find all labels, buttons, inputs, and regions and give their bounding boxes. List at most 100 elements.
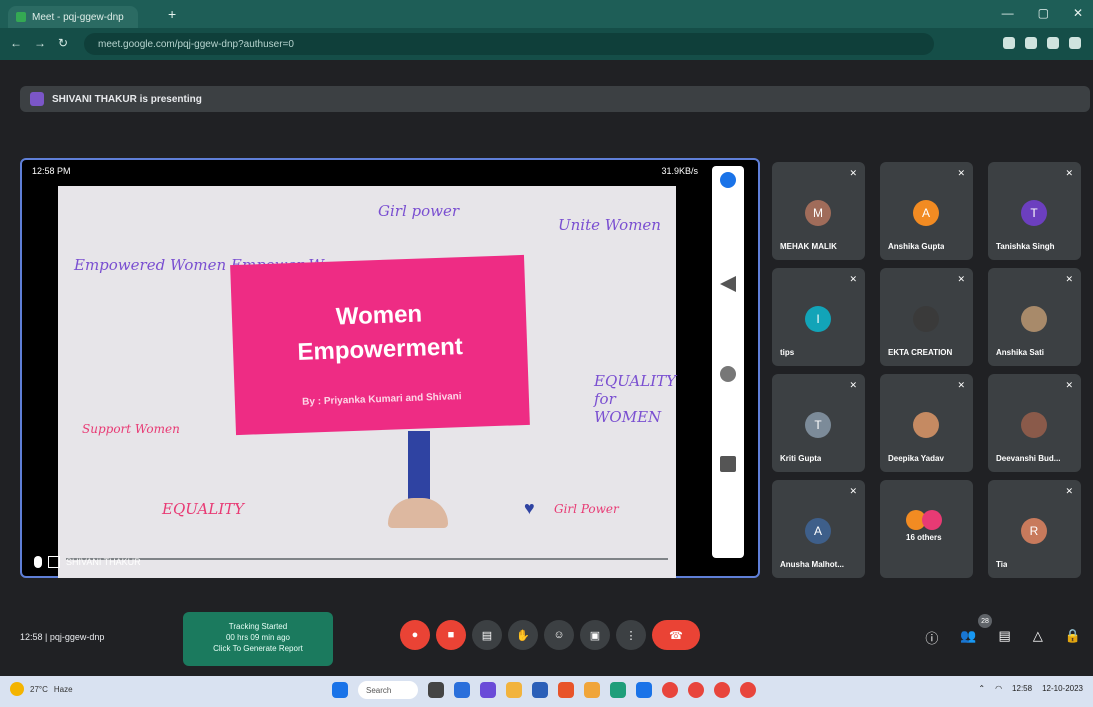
home-nav-icon[interactable] bbox=[720, 366, 736, 382]
video-scrubber[interactable] bbox=[66, 558, 668, 560]
close-window-button[interactable]: ✕ bbox=[1073, 6, 1083, 20]
file-explorer-icon[interactable] bbox=[506, 682, 522, 698]
reload-icon[interactable]: ↻ bbox=[58, 36, 68, 50]
weather-widget[interactable]: 27°C Haze bbox=[10, 682, 73, 696]
people-icon[interactable]: 👥 bbox=[960, 628, 976, 647]
slide-byline: By : Priyanka Kumari and Shivani bbox=[302, 391, 462, 408]
mic-toggle-button[interactable]: ● bbox=[400, 620, 430, 650]
captions-button[interactable]: ▤ bbox=[472, 620, 502, 650]
app-icon[interactable] bbox=[480, 682, 496, 698]
participant-tile[interactable]: ✕ T Tanishka Singh bbox=[988, 162, 1081, 260]
forward-arrow-icon[interactable]: → bbox=[34, 36, 46, 50]
participant-tile[interactable]: ✕ A Anshika Gupta bbox=[880, 162, 973, 260]
raise-hand-button[interactable]: ✋ bbox=[508, 620, 538, 650]
side-controls: ⓘ 👥 ▤ △ 🔒 bbox=[925, 628, 1081, 647]
hand-graphic bbox=[388, 498, 448, 528]
store-icon[interactable] bbox=[532, 682, 548, 698]
slide-title-line1: Women bbox=[335, 300, 423, 331]
presenter-avatar bbox=[30, 92, 44, 106]
avatar: I bbox=[805, 306, 831, 332]
taskbar-apps: Search bbox=[332, 681, 756, 699]
mic-off-icon: ✕ bbox=[1065, 274, 1073, 284]
taskbar-search[interactable]: Search bbox=[358, 681, 418, 699]
avatar: A bbox=[805, 518, 831, 544]
doodle-text: Support Women bbox=[82, 422, 180, 436]
task-view-icon[interactable] bbox=[428, 682, 444, 698]
participant-tile[interactable]: ✕ R Tia bbox=[988, 480, 1081, 578]
wifi-icon[interactable]: ◠ bbox=[995, 684, 1002, 693]
extensions-bar bbox=[1003, 37, 1081, 49]
mic-off-icon: ✕ bbox=[849, 168, 857, 178]
attendance-tracker[interactable]: Tracking Started 00 hrs 09 min ago Click… bbox=[183, 612, 333, 666]
avatar: T bbox=[805, 412, 831, 438]
more-options-button[interactable]: ⋮ bbox=[616, 620, 646, 650]
others-count: 16 others bbox=[906, 533, 942, 542]
participant-tile[interactable]: ✕ Anshika Sati bbox=[988, 268, 1081, 366]
bookmark-star-icon[interactable] bbox=[1047, 37, 1059, 49]
profile-avatar-icon[interactable] bbox=[1069, 37, 1081, 49]
participant-count-badge: 28 bbox=[978, 614, 992, 628]
presenting-banner: SHIVANI THAKUR is presenting bbox=[20, 86, 1090, 112]
end-call-button[interactable]: ☎ bbox=[652, 620, 700, 650]
recents-nav-icon[interactable] bbox=[720, 456, 736, 472]
participant-tile[interactable]: ✕ M MEHAK MALIK bbox=[772, 162, 865, 260]
app-icon[interactable] bbox=[558, 682, 574, 698]
rotate-icon[interactable] bbox=[720, 172, 736, 188]
participant-tile[interactable]: ✕ T Kriti Gupta bbox=[772, 374, 865, 472]
clock-time[interactable]: 12:58 bbox=[1012, 684, 1032, 693]
weather-temp: 27°C bbox=[30, 684, 48, 694]
clock-date[interactable]: 12-10-2023 bbox=[1042, 684, 1083, 693]
participant-tile[interactable]: ✕ Deevanshi Bud... bbox=[988, 374, 1081, 472]
edge-icon[interactable] bbox=[636, 682, 652, 698]
app-icon[interactable] bbox=[610, 682, 626, 698]
mic-off-icon: ✕ bbox=[849, 486, 857, 496]
host-controls-icon[interactable]: 🔒 bbox=[1065, 628, 1081, 647]
tracker-line: Click To Generate Report bbox=[213, 644, 303, 653]
chrome-icon[interactable] bbox=[662, 682, 678, 698]
others-tile[interactable]: 16 others bbox=[880, 480, 973, 578]
chat-app-icon[interactable] bbox=[454, 682, 470, 698]
camera-toggle-button[interactable]: ■ bbox=[436, 620, 466, 650]
heart-icon: ♥ bbox=[524, 498, 535, 518]
participant-name: Anusha Malhot... bbox=[780, 560, 844, 569]
maximize-button[interactable]: ▢ bbox=[1038, 6, 1049, 20]
chrome-icon[interactable] bbox=[714, 682, 730, 698]
participant-tile[interactable]: ✕ A Anusha Malhot... bbox=[772, 480, 865, 578]
browser-tab-strip: Meet - pqj-ggew-dnp + — ▢ ✕ bbox=[0, 0, 1093, 28]
chrome-icon[interactable] bbox=[688, 682, 704, 698]
presentation-stage[interactable]: 12:58 PM 31.9KB/s Empowered Women Empowe… bbox=[20, 158, 760, 578]
reactions-button[interactable]: ☺ bbox=[544, 620, 574, 650]
activities-icon[interactable]: △ bbox=[1033, 628, 1043, 647]
chrome-icon[interactable] bbox=[740, 682, 756, 698]
extension-icon[interactable] bbox=[1003, 37, 1015, 49]
present-button[interactable]: ▣ bbox=[580, 620, 610, 650]
info-icon[interactable]: ⓘ bbox=[925, 628, 938, 647]
tray-chevron-icon[interactable]: ⌃ bbox=[978, 684, 985, 693]
mic-off-icon: ✕ bbox=[957, 274, 965, 284]
avatar: A bbox=[913, 200, 939, 226]
extension-icon[interactable] bbox=[1025, 37, 1037, 49]
participant-name: EKTA CREATION bbox=[888, 348, 953, 357]
back-arrow-icon[interactable]: ← bbox=[10, 36, 22, 50]
slide-image: Empowered Women Empower Women Girl power… bbox=[58, 186, 676, 578]
tracker-line: Tracking Started bbox=[228, 622, 288, 631]
mic-off-icon: ✕ bbox=[849, 274, 857, 284]
nav-buttons: ← → ↻ bbox=[10, 36, 68, 50]
mic-off-icon: ✕ bbox=[849, 380, 857, 390]
app-icon[interactable] bbox=[584, 682, 600, 698]
participant-tile[interactable]: ✕ Deepika Yadav bbox=[880, 374, 973, 472]
presenter-label: SHIVANI THAKUR bbox=[34, 556, 141, 568]
windows-start-icon[interactable] bbox=[332, 682, 348, 698]
chat-icon[interactable]: ▤ bbox=[999, 628, 1011, 647]
participant-tile[interactable]: ✕ I tips bbox=[772, 268, 865, 366]
avatar bbox=[1021, 306, 1047, 332]
participant-tile[interactable]: ✕ EKTA CREATION bbox=[880, 268, 973, 366]
participant-name: tips bbox=[780, 348, 795, 357]
tracker-line: 00 hrs 09 min ago bbox=[225, 633, 291, 642]
browser-tab-meet[interactable]: Meet - pqj-ggew-dnp bbox=[8, 6, 138, 28]
minimize-button[interactable]: — bbox=[1002, 6, 1014, 20]
back-nav-icon[interactable] bbox=[720, 276, 736, 292]
new-tab-button[interactable]: + bbox=[168, 6, 176, 22]
address-bar[interactable]: meet.google.com/pqj-ggew-dnp?authuser=0 bbox=[84, 33, 934, 55]
window-controls: — ▢ ✕ bbox=[1002, 6, 1083, 20]
